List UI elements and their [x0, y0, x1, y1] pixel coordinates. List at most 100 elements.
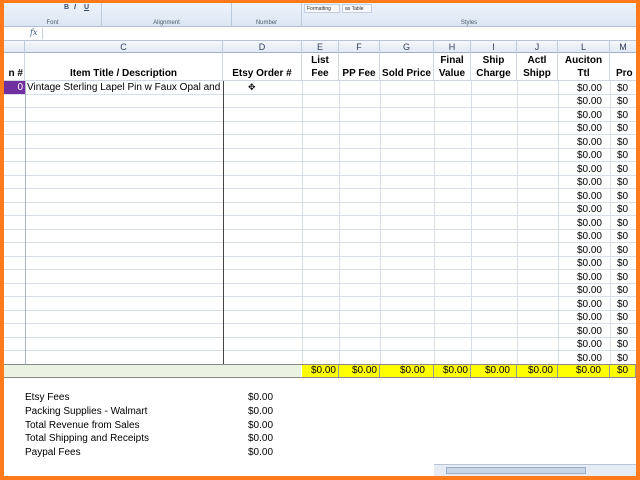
sold-price-header[interactable]: Sold Price [380, 53, 434, 81]
profit-cell[interactable]: $0 [617, 230, 636, 243]
summary-label: Etsy Fees [25, 392, 70, 403]
profit-cell[interactable]: $0 [617, 82, 636, 95]
profit-cell[interactable]: $0 [617, 149, 636, 162]
auction-total-cell[interactable]: $0.00 [558, 257, 602, 270]
summary-value[interactable]: $0.00 [248, 406, 273, 417]
column-header-d[interactable]: D [223, 41, 302, 53]
column-header-e[interactable]: E [302, 41, 339, 53]
ship-charge-header[interactable]: Ship Charge [471, 53, 517, 81]
auction-total-cell[interactable]: $0.00 [558, 122, 602, 135]
horizontal-scrollbar[interactable] [434, 464, 636, 476]
italic-icon[interactable]: I [74, 4, 76, 11]
grid-line [339, 81, 340, 367]
summary-value[interactable]: $0.00 [248, 392, 273, 403]
pp-fee-header[interactable]: PP Fee [339, 53, 380, 81]
conditional-formatting-button[interactable]: Formatting [304, 4, 340, 13]
table-row [4, 122, 636, 135]
profit-cell[interactable]: $0 [617, 271, 636, 284]
auction-total-cell[interactable]: $0.00 [558, 230, 602, 243]
final-value-header[interactable]: Final Value [434, 53, 471, 81]
totals-row: $0.00 $0.00 $0.00 $0.00 $0.00 $0.00 $0.0… [4, 364, 636, 378]
title-header[interactable]: Item Title / Description [25, 53, 223, 81]
column-header-f[interactable]: F [339, 41, 380, 53]
column-header-partial[interactable] [4, 41, 25, 53]
auction-total-cell[interactable]: $0.00 [558, 163, 602, 176]
auction-total-cell[interactable]: $0.00 [558, 190, 602, 203]
item-number-cell[interactable]: 0 [4, 81, 25, 94]
formula-input[interactable] [42, 28, 636, 39]
total-ship-charge[interactable]: $0.00 [471, 365, 517, 377]
profit-cell[interactable]: $0 [617, 284, 636, 297]
profit-cell[interactable]: $0 [617, 298, 636, 311]
auction-total-cell[interactable]: $0.00 [558, 338, 602, 351]
table-row [4, 338, 636, 351]
summary-value[interactable]: $0.00 [248, 420, 273, 431]
auction-total-cell[interactable]: $0.00 [558, 244, 602, 257]
auction-total-cell[interactable]: $0.00 [558, 176, 602, 189]
auction-total-cell[interactable]: $0.00 [558, 217, 602, 230]
profit-cell[interactable]: $0 [617, 109, 636, 122]
auction-total-cell[interactable]: $0.00 [558, 271, 602, 284]
total-auction[interactable]: $0.00 [558, 365, 610, 377]
bold-icon[interactable]: B [64, 4, 69, 11]
auction-total-cell[interactable]: $0.00 [558, 136, 602, 149]
column-header-l[interactable]: L [558, 41, 610, 53]
auction-total-cell[interactable]: $0.00 [558, 284, 602, 297]
auction-total-cell[interactable]: $0.00 [558, 149, 602, 162]
table-row [4, 135, 636, 149]
column-header-g[interactable]: G [380, 41, 434, 53]
total-profit[interactable]: $0 [610, 365, 636, 377]
column-header-c[interactable]: C [25, 41, 223, 53]
profit-cell[interactable]: $0 [617, 176, 636, 189]
summary-value[interactable]: $0.00 [248, 433, 273, 444]
auction-total-cell[interactable]: $0.00 [558, 352, 602, 365]
summary-label: Paypal Fees [25, 447, 81, 458]
underline-icon[interactable]: U [84, 4, 89, 11]
table-row [4, 162, 636, 176]
table-row [4, 257, 636, 270]
column-header-i[interactable]: I [471, 41, 517, 53]
profit-header[interactable]: Pro [610, 53, 636, 81]
format-as-table-button[interactable]: as Table [342, 4, 372, 13]
auction-total-cell[interactable]: $0.00 [558, 325, 602, 338]
auction-total-cell[interactable]: $0.00 [558, 95, 602, 108]
profit-cell[interactable]: $0 [617, 352, 636, 365]
total-actl-shipp[interactable]: $0.00 [517, 365, 558, 377]
profit-cell[interactable]: $0 [617, 203, 636, 216]
profit-cell[interactable]: $0 [617, 190, 636, 203]
profit-cell[interactable]: $0 [617, 217, 636, 230]
scrollbar-thumb[interactable] [446, 467, 586, 474]
total-list-fee[interactable]: $0.00 [302, 365, 339, 377]
auction-total-header[interactable]: Auciton Ttl [558, 53, 610, 81]
fx-icon[interactable]: fx [30, 28, 37, 37]
auction-total-cell[interactable]: $0.00 [558, 203, 602, 216]
auction-total-cell[interactable]: $0.00 [558, 311, 602, 324]
auction-total-cell[interactable]: $0.00 [558, 298, 602, 311]
profit-cell[interactable]: $0 [617, 244, 636, 257]
profit-cell[interactable]: $0 [617, 311, 636, 324]
column-header-h[interactable]: H [434, 41, 471, 53]
auction-total-cell[interactable]: $0.00 [558, 109, 602, 122]
profit-cell[interactable]: $0 [617, 122, 636, 135]
profit-cell[interactable]: $0 [617, 95, 636, 108]
profit-cell[interactable]: $0 [617, 325, 636, 338]
column-header-j[interactable]: J [517, 41, 558, 53]
ribbon: B I U Font Alignment Number Formatting a… [4, 3, 636, 27]
auction-total-cell[interactable]: $0.00 [558, 82, 602, 95]
item-number-header[interactable]: n # [4, 53, 25, 81]
item-title-cell[interactable]: Vintage Sterling Lapel Pin w Faux Opal a… [27, 81, 223, 94]
profit-cell[interactable]: $0 [617, 257, 636, 270]
column-header-m[interactable]: M [610, 41, 636, 53]
profit-cell[interactable]: $0 [617, 136, 636, 149]
total-final-value[interactable]: $0.00 [434, 365, 471, 377]
total-sold-price[interactable]: $0.00 [380, 365, 434, 377]
table-row [4, 311, 636, 324]
profit-cell[interactable]: $0 [617, 163, 636, 176]
total-pp-fee[interactable]: $0.00 [339, 365, 380, 377]
list-fee-header[interactable]: List Fee [302, 53, 339, 81]
actl-shipp-header[interactable]: Actl Shipp [517, 53, 558, 81]
profit-cell[interactable]: $0 [617, 338, 636, 351]
grid-line [223, 81, 224, 367]
etsy-order-header[interactable]: Etsy Order # [223, 53, 302, 81]
summary-value[interactable]: $0.00 [248, 447, 273, 458]
